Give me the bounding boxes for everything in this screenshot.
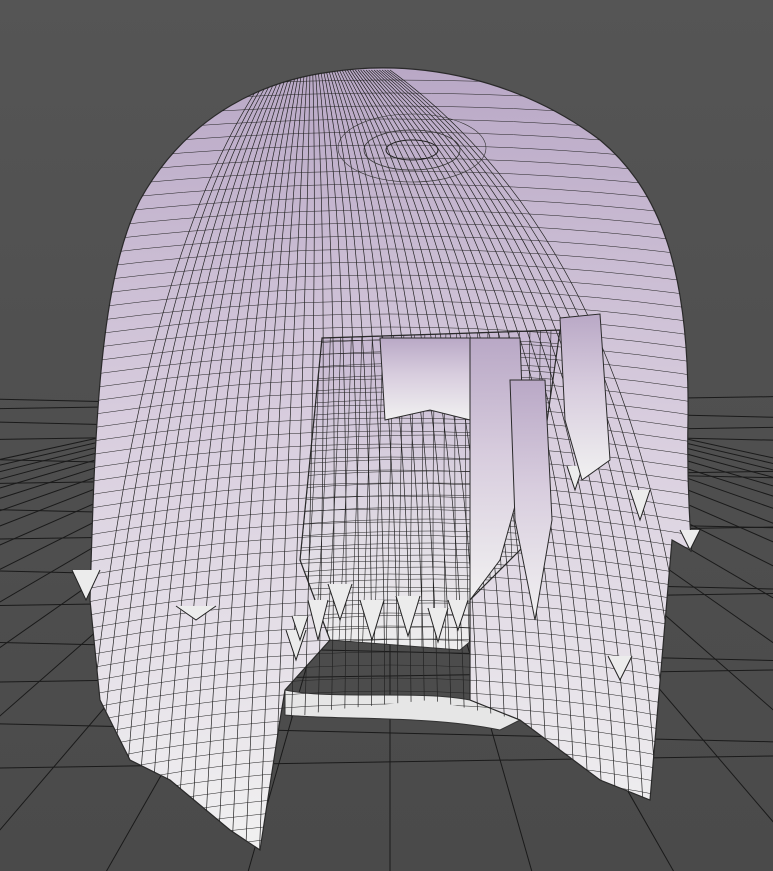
3d-viewport[interactable]: [0, 0, 773, 871]
bang-clump: [379, 337, 471, 421]
hair-ring-wire: [90, 846, 692, 850]
hair-ring-wire: [90, 833, 692, 850]
hair-ring-wire: [90, 820, 692, 850]
hair-ring-wire: [90, 794, 692, 836]
hair-mesh-icon[interactable]: [0, 0, 773, 871]
hair-ring-wire: [90, 807, 692, 849]
